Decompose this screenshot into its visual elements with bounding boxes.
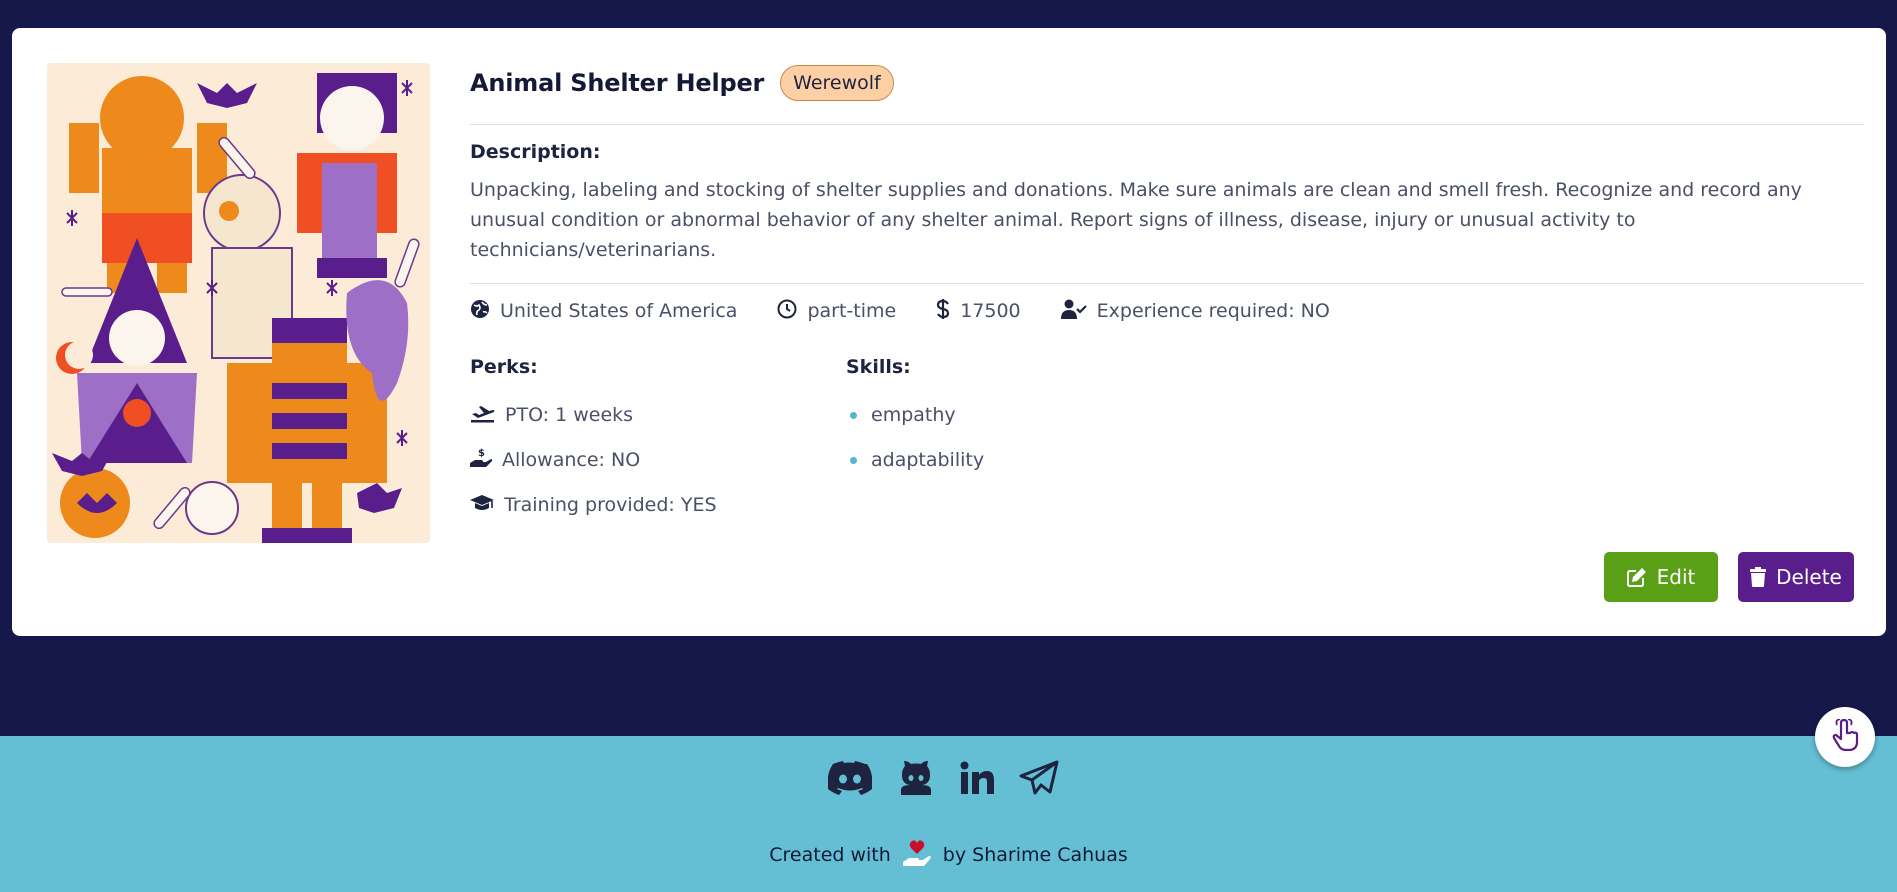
heart-hand-icon [901,840,933,870]
country-text: United States of America [500,300,738,322]
job-card: Animal Shelter Helper Werewolf Descripti… [12,28,1886,636]
created-with-text: Created with [769,844,891,866]
perk-item: $ Allowance: NO [470,446,846,474]
perk-text: Training provided: YES [504,494,717,516]
bullet-icon [850,456,857,464]
delete-button[interactable]: Delete [1738,552,1854,602]
job-details: Animal Shelter Helper Werewolf Descripti… [470,62,1864,519]
perks-section: Perks: PTO: 1 weeks $ Allowance: NO Trai… [470,356,846,519]
divider [470,283,1864,284]
meta-experience: Experience required: NO [1060,299,1330,324]
footer-credit: Created with by Sharime Cahuas [0,840,1897,870]
linkedin-icon[interactable] [960,761,994,795]
experience-text: Experience required: NO [1096,300,1330,322]
perk-text: Allowance: NO [502,449,641,471]
skill-text: adaptability [871,449,985,471]
job-meta-row: United States of America part-time 17500… [470,296,1864,326]
description-text: Unpacking, labeling and stocking of shel… [470,179,1802,261]
social-links [828,760,1084,796]
edit-icon [1626,568,1646,587]
discord-icon[interactable] [828,761,872,795]
accessibility-button[interactable] [1815,707,1875,767]
delete-label: Delete [1776,565,1842,589]
clock-icon [777,299,807,324]
perk-item: Training provided: YES [470,491,846,519]
telegram-icon[interactable] [1019,760,1059,796]
perk-item: PTO: 1 weeks [470,401,846,429]
pointer-hand-icon [1829,718,1861,755]
meta-schedule: part-time [777,299,896,324]
skill-item: adaptability [846,446,984,474]
perks-label: Perks: [470,356,538,378]
footer: Created with by Sharime Cahuas [0,736,1897,892]
skill-item: empathy [846,401,984,429]
halloween-monsters-illustration [47,63,430,543]
job-title: Animal Shelter Helper [470,69,765,97]
meta-salary: 17500 [936,298,1021,325]
perk-text: PTO: 1 weeks [505,404,634,426]
plane-icon [470,403,505,428]
bullet-icon [850,411,857,419]
svg-text:$: $ [478,448,485,459]
description-label: Description: [470,141,601,163]
globe-icon [470,299,500,324]
trash-icon [1750,567,1767,587]
edit-label: Edit [1656,565,1696,589]
category-badge: Werewolf [780,65,894,101]
meta-country: United States of America [470,299,737,324]
title-row: Animal Shelter Helper Werewolf [470,62,1864,104]
salary-text: 17500 [960,300,1021,322]
skills-label: Skills: [846,356,911,378]
divider [470,124,1864,125]
schedule-text: part-time [807,300,897,322]
skill-text: empathy [871,404,956,426]
author-text: by Sharime Cahuas [942,844,1128,866]
dollar-icon [936,298,960,325]
edit-button[interactable]: Edit [1604,552,1718,602]
graduation-cap-icon [470,493,504,518]
hand-dollar-icon: $ [470,447,502,474]
skills-section: Skills: empathy adaptability [846,356,984,519]
user-check-icon [1060,299,1097,324]
perks-skills: Perks: PTO: 1 weeks $ Allowance: NO Trai… [470,356,1864,519]
github-icon[interactable] [897,761,935,795]
